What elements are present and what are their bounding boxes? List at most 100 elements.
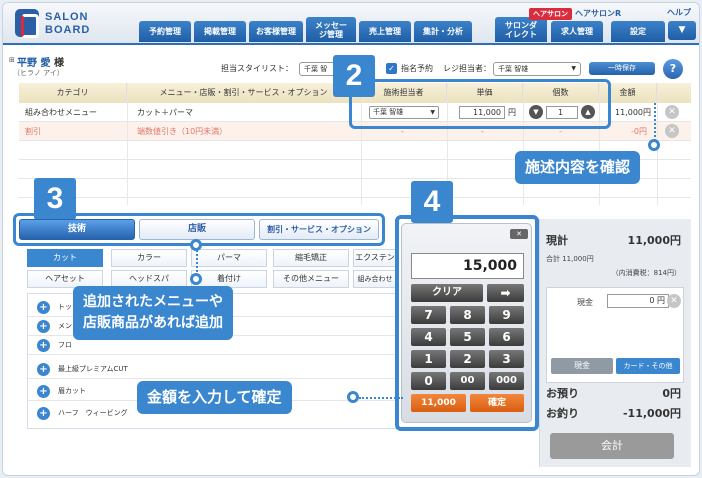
- nominated-label: 指名予約: [401, 64, 433, 73]
- key-00[interactable]: 00: [450, 372, 485, 390]
- plus-icon[interactable]: +: [37, 320, 50, 333]
- received-label: お預り: [546, 387, 579, 400]
- nav-listing[interactable]: 掲載管理: [194, 21, 246, 42]
- row-amount: 11,000円: [615, 108, 651, 117]
- help-icon[interactable]: ?: [663, 59, 683, 79]
- header-remove: [657, 83, 691, 103]
- category-other[interactable]: その他メニュー: [273, 270, 349, 288]
- salon-board-logo-icon: [15, 9, 39, 38]
- clear-button[interactable]: クリア: [411, 284, 483, 302]
- change-label: お釣り: [546, 407, 579, 420]
- step4-number: 4: [411, 181, 453, 223]
- plus-icon[interactable]: +: [37, 363, 50, 376]
- nav-salon-direct[interactable]: サロンダイレクト: [495, 17, 547, 42]
- row-menu: 端数値引き（10円未満）: [137, 127, 228, 136]
- key-000[interactable]: 000: [489, 372, 524, 390]
- key-1[interactable]: 1: [411, 350, 446, 368]
- key-9[interactable]: 9: [489, 306, 524, 324]
- close-icon[interactable]: ✕: [510, 229, 528, 239]
- key-7[interactable]: 7: [411, 306, 446, 324]
- step3-callout: 追加されたメニューや 店販商品があれば追加: [73, 286, 233, 340]
- plus-icon[interactable]: +: [37, 385, 50, 398]
- nav-customer[interactable]: お客様管理: [249, 21, 303, 42]
- category-straightening[interactable]: 縮毛矯正: [273, 249, 349, 267]
- cash-amount-unit: 円: [657, 296, 665, 305]
- brand-badge: ヘアサロン: [529, 8, 572, 20]
- row-menu: カット＋パーマ: [137, 108, 193, 117]
- list-item[interactable]: + 最上級プレミアムCUT: [28, 360, 396, 379]
- step4-callout: 金額を入力して確定: [137, 381, 292, 414]
- temporary-save-button[interactable]: 一時保存: [589, 62, 655, 75]
- row-amount: -0円: [631, 127, 647, 136]
- payment-summary-panel: 現計 11,000円 合計 11,000円 （内消費税：814円） 現金 0 円…: [539, 219, 691, 467]
- cash-amount-input[interactable]: 0 円: [607, 294, 669, 308]
- cash-button[interactable]: 現金: [551, 358, 613, 374]
- category-perm[interactable]: パーマ: [191, 249, 267, 267]
- register-staff-select[interactable]: 千葉 智雄 ▼: [493, 62, 581, 76]
- key-5[interactable]: 5: [450, 328, 485, 346]
- category-cut[interactable]: カット: [27, 249, 103, 267]
- received-value: 0円: [662, 387, 681, 400]
- category-combination[interactable]: 組み合わせ: [353, 270, 397, 288]
- calculator-display[interactable]: 15,000: [411, 253, 524, 279]
- column-divider: [127, 83, 128, 205]
- list-item-label: 最上級プレミアムCUT: [58, 365, 128, 373]
- key-3[interactable]: 3: [489, 350, 524, 368]
- plus-icon[interactable]: +: [37, 301, 50, 314]
- category-color[interactable]: カラー: [111, 249, 187, 267]
- app-window: SALON BOARD 予約管理 掲載管理 お客様管理 メッセージ管理 売上管理…: [2, 2, 700, 476]
- step3-marker-icon: [190, 239, 202, 251]
- help-link[interactable]: ヘルプ: [667, 7, 691, 18]
- plus-icon[interactable]: +: [37, 339, 50, 352]
- register-select-value: 千葉 智雄: [498, 65, 529, 73]
- nav-recruitment[interactable]: 求人管理: [551, 21, 603, 42]
- nominated-checkbox[interactable]: ✓: [386, 63, 397, 74]
- customer-kana: （ヒラノ アイ）: [13, 69, 64, 77]
- cash-label: 現金: [577, 298, 593, 307]
- checkout-button[interactable]: 会計: [550, 433, 674, 459]
- step2-number: 2: [333, 55, 375, 97]
- menu-toggle-button[interactable]: ▼: [668, 21, 696, 40]
- remove-row-icon[interactable]: ✕: [665, 124, 679, 138]
- salon-name-link[interactable]: ヘアサロンR: [575, 8, 621, 19]
- subtotal-label: 現計: [546, 234, 568, 247]
- logo-text-line1: SALON: [45, 11, 89, 23]
- nav-sales[interactable]: 売上管理: [359, 21, 411, 42]
- total-line: 合計 11,000円: [546, 255, 594, 263]
- customer-name[interactable]: 平野 愛 様: [17, 54, 64, 69]
- row-category: 割引: [25, 127, 41, 136]
- card-other-button[interactable]: カード・その他: [616, 358, 680, 374]
- top-navigation-bar: SALON BOARD 予約管理 掲載管理 お客様管理 メッセージ管理 売上管理…: [3, 3, 699, 45]
- nav-settings[interactable]: 設定: [611, 21, 665, 42]
- step2-callout: 施述内容を確認: [515, 151, 641, 184]
- expand-icon[interactable]: ⊞: [9, 56, 15, 64]
- tax-line: （内消費税：814円）: [611, 269, 681, 277]
- payment-entry-box: 現金 0 円 ✕ 現金 カード・その他: [546, 287, 684, 383]
- step3-callout-line2: 店販商品があれば追加: [83, 315, 223, 331]
- subtotal-value: 11,000円: [627, 234, 681, 247]
- arrow-right-icon[interactable]: ➡: [487, 284, 524, 302]
- key-4[interactable]: 4: [411, 328, 446, 346]
- remove-payment-icon[interactable]: ✕: [667, 294, 681, 308]
- key-0[interactable]: 0: [411, 372, 446, 390]
- remove-row-icon[interactable]: ✕: [665, 105, 679, 119]
- preset-amount-button[interactable]: 11,000: [411, 394, 466, 412]
- stylist-select-value: 千葉 智: [304, 65, 328, 73]
- category-extension[interactable]: エクステン: [353, 249, 397, 267]
- step2-highlight: [349, 79, 611, 129]
- tab-retail[interactable]: 店販: [139, 219, 255, 240]
- step4-marker-icon: [347, 391, 359, 403]
- calculator-panel: ✕ 15,000 クリア ➡ 7 8 9 4 5 6 1 2 3 0 00 00…: [401, 223, 532, 423]
- register-label: レジ担当者：: [443, 64, 491, 73]
- nav-reservation[interactable]: 予約管理: [139, 21, 191, 42]
- tab-technique[interactable]: 技術: [19, 219, 135, 240]
- nav-message[interactable]: メッセージ管理: [306, 17, 356, 42]
- plus-icon[interactable]: +: [37, 407, 50, 420]
- key-8[interactable]: 8: [450, 306, 485, 324]
- key-6[interactable]: 6: [489, 328, 524, 346]
- key-2[interactable]: 2: [450, 350, 485, 368]
- list-item-label: 眉カット: [58, 387, 86, 395]
- confirm-button[interactable]: 確定: [470, 394, 524, 412]
- tab-discount-service[interactable]: 割引・サービス・オプション: [259, 219, 379, 240]
- nav-analytics[interactable]: 集計・分析: [414, 21, 472, 42]
